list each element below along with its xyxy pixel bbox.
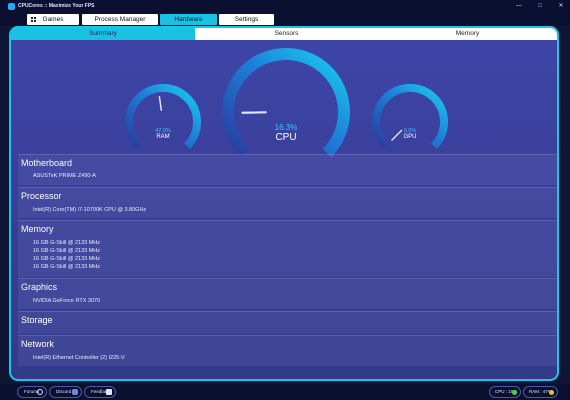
gpu-gauge: 0.0% GPU — [368, 82, 452, 149]
arrow-circle-icon — [37, 389, 43, 395]
cpu-status-dot — [512, 390, 517, 395]
section-title: Motherboard — [21, 158, 73, 168]
tab-sensors[interactable]: Sensors — [195, 28, 378, 40]
nav-settings[interactable]: Settings — [219, 14, 274, 25]
memory-line: 16 GB G-Skill @ 2133 MHz — [33, 248, 101, 254]
close-button[interactable]: ✕ — [554, 0, 568, 13]
feedback-icon — [106, 389, 112, 395]
section-storage: Storage — [18, 311, 557, 334]
nav-games-label: Games — [42, 16, 64, 23]
hardware-panel: Summary Sensors Memory 47.0% RAM 16.3% C… — [9, 26, 559, 381]
cpu-gauge-label: CPU — [275, 132, 297, 143]
memory-line: 16 GB G-Skill @ 2133 MHz — [33, 264, 101, 270]
grid-icon — [31, 17, 36, 22]
nav-hardware-label: Hardware — [174, 16, 203, 23]
ram-status-dot — [549, 390, 554, 395]
section-title: Memory — [21, 224, 54, 234]
gpu-gauge-label: GPU — [403, 134, 417, 140]
app-logo-icon — [8, 3, 15, 10]
discord-label: Discord — [56, 389, 72, 394]
ram-status: RAM : 47% — [523, 386, 558, 398]
memory-line: 16 GB G-Skill @ 2133 MHz — [33, 240, 101, 246]
nav-process-manager[interactable]: Process Manager — [82, 14, 158, 25]
section-title: Graphics — [21, 282, 58, 292]
section-title: Storage — [21, 315, 53, 325]
cpu-status: CPU : 16% — [489, 386, 521, 398]
memory-line: 16 GB G-Skill @ 2133 MHz — [33, 256, 101, 262]
ram-gauge: 47.0% RAM — [121, 82, 205, 149]
ram-gauge-needle — [158, 96, 163, 111]
section-network: Network Intel(R) Ethernet Controller (2)… — [18, 335, 557, 366]
main-nav: Games Process Manager Hardware Settings — [0, 13, 570, 26]
forums-button[interactable]: Forums — [17, 386, 47, 398]
maximize-button[interactable]: □ — [533, 0, 547, 13]
tab-memory[interactable]: Memory — [378, 28, 557, 40]
processor-line: Intel(R) Core(TM) i7-10700K CPU @ 3.80GH… — [33, 207, 147, 213]
motherboard-line: ASUSTeK PRIME Z490-A — [33, 173, 96, 179]
ram-gauge-label: RAM — [156, 134, 170, 140]
discord-button[interactable]: Discord — [49, 386, 82, 398]
section-memory: Memory 16 GB G-Skill @ 2133 MHz 16 GB G-… — [18, 220, 557, 277]
nav-hardware[interactable]: Hardware — [160, 14, 217, 25]
feedback-button[interactable]: Feedback — [84, 386, 116, 398]
status-bar: Forums Discord Feedback CPU : 16% RAM : … — [0, 384, 570, 400]
section-graphics: Graphics NVIDIA GeForce RTX 3070 — [18, 278, 557, 309]
network-line: Intel(R) Ethernet Controller (2) I225-V — [33, 355, 125, 361]
tab-summary[interactable]: Summary — [11, 28, 195, 40]
cpu-gauge: 16.3% CPU — [219, 48, 353, 158]
nav-process-manager-label: Process Manager — [94, 16, 146, 23]
window-title: CPUCores :: Maximize Your FPS — [18, 3, 95, 9]
discord-icon — [72, 389, 78, 395]
nav-games[interactable]: Games — [27, 14, 79, 25]
section-title: Network — [21, 339, 55, 349]
minimize-button[interactable]: — — [512, 0, 526, 13]
section-title: Processor — [21, 191, 62, 201]
tab-bar: Summary Sensors Memory — [11, 28, 557, 40]
section-motherboard: Motherboard ASUSTeK PRIME Z490-A — [18, 154, 557, 185]
cpu-gauge-value: 16.3% — [274, 123, 298, 132]
title-bar: CPUCores :: Maximize Your FPS — □ ✕ — [0, 0, 570, 13]
section-processor: Processor Intel(R) Core(TM) i7-10700K CP… — [18, 187, 557, 218]
nav-settings-label: Settings — [234, 16, 259, 23]
graphics-line: NVIDIA GeForce RTX 3070 — [33, 298, 101, 304]
